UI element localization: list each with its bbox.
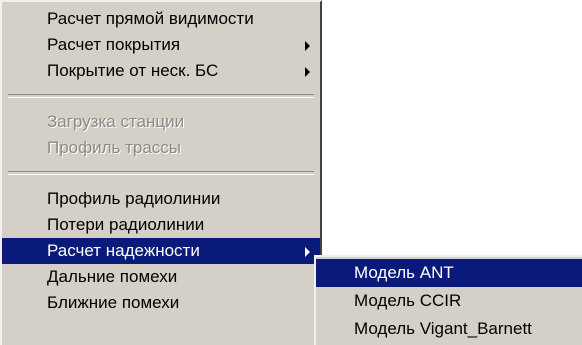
- context-menu: Расчет прямой видимости Расчет покрытия …: [0, 0, 322, 345]
- menu-item-label: Потери радиолинии: [47, 215, 205, 234]
- menu-item-station-load: Загрузка станции: [2, 109, 320, 135]
- menu-item-near-interference[interactable]: Ближние помехи: [2, 290, 320, 316]
- submenu-item-label: Модель Vigant_Barnett: [354, 319, 532, 338]
- submenu-item-label: Модель CCIR: [354, 291, 462, 310]
- menu-item-radio-link-profile[interactable]: Профиль радиолинии: [2, 186, 320, 212]
- menu-item-multi-bs-coverage[interactable]: Покрытие от неск. БС: [2, 58, 320, 84]
- menu-item-label: Расчет покрытия: [47, 35, 181, 54]
- menu-item-far-interference[interactable]: Дальние помехи: [2, 264, 320, 290]
- submenu-arrow-icon: [305, 247, 310, 257]
- menu-separator: [8, 171, 314, 175]
- menu-item-label: Загрузка станции: [47, 112, 185, 131]
- submenu-item-model-ccir[interactable]: Модель CCIR: [316, 287, 582, 315]
- submenu-arrow-icon: [305, 41, 310, 51]
- menu-item-label: Расчет надежности: [47, 241, 200, 260]
- menu-item-label: Профиль радиолинии: [47, 189, 221, 208]
- submenu-item-model-ant[interactable]: Модель ANT: [316, 259, 582, 287]
- submenu-arrow-icon: [305, 67, 310, 77]
- menu-item-label: Дальние помехи: [47, 267, 178, 286]
- menu-item-label: Профиль трассы: [47, 138, 182, 157]
- reliability-submenu: Модель ANT Модель CCIR Модель Vigant_Bar…: [314, 255, 582, 345]
- menu-item-radio-link-loss[interactable]: Потери радиолинии: [2, 212, 320, 238]
- menu-item-label: Покрытие от неск. БС: [47, 61, 219, 80]
- menu-item-coverage[interactable]: Расчет покрытия: [2, 32, 320, 58]
- menu-item-label: Расчет прямой видимости: [47, 9, 254, 28]
- menu-item-reliability[interactable]: Расчет надежности: [2, 238, 320, 264]
- menu-item-line-of-sight[interactable]: Расчет прямой видимости: [2, 6, 320, 32]
- submenu-item-label: Модель ANT: [354, 263, 454, 282]
- menu-separator: [8, 94, 314, 98]
- submenu-item-model-vigant-barnett[interactable]: Модель Vigant_Barnett: [316, 315, 582, 343]
- menu-item-path-profile: Профиль трассы: [2, 135, 320, 161]
- menu-item-label: Ближние помехи: [47, 293, 180, 312]
